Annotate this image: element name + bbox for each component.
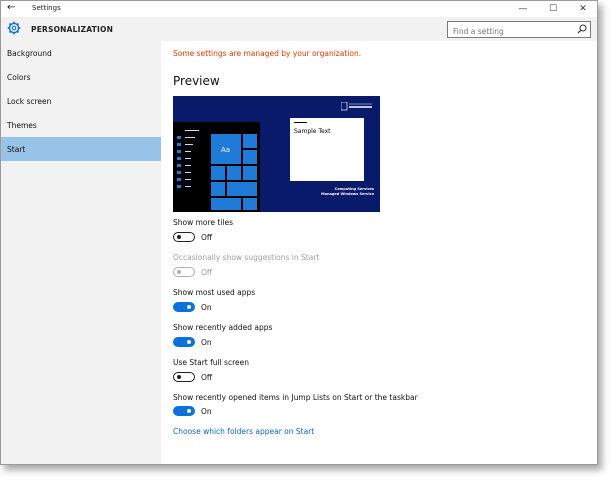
preview-tile: [211, 182, 225, 196]
preview-app-icon: [177, 164, 181, 167]
preview-org-line2: Managed Windows Service: [321, 192, 374, 196]
toggle-state: Off: [201, 233, 213, 242]
preview-line: [185, 144, 193, 145]
toggle-knob: [177, 235, 181, 239]
preview-tile: [211, 166, 225, 180]
preview-heading: Preview: [173, 74, 220, 88]
sidebar-item-background[interactable]: Background: [1, 41, 161, 65]
main-content: Some settings are managed by your organi…: [161, 41, 597, 464]
preview-tile: [243, 166, 257, 180]
toggle-most-used-apps[interactable]: [173, 302, 195, 312]
maximize-button[interactable]: ☐: [541, 1, 565, 17]
setting-label-show-more-tiles: Show more tiles: [173, 218, 234, 227]
preview-window: Sample Text: [290, 118, 364, 181]
preview-app-icon: [177, 178, 181, 181]
sidebar-item-label: Start: [7, 145, 26, 154]
toggle-state: On: [201, 338, 212, 347]
toggle-knob: [177, 270, 181, 274]
preview-tile-wide: [211, 198, 241, 210]
sidebar-item-colors[interactable]: Colors: [1, 65, 161, 89]
preview-tile-wide: [227, 182, 257, 196]
sidebar-item-label: Themes: [7, 121, 37, 130]
preview-tile: [227, 166, 241, 180]
toggle-jump-lists[interactable]: [173, 406, 195, 416]
app-header: PERSONALIZATION: [1, 17, 597, 41]
preview-org-line1: Computing Services: [334, 187, 374, 191]
toggle-state: Off: [201, 373, 213, 382]
preview-app-icon: [177, 143, 181, 146]
search-input[interactable]: [447, 21, 591, 38]
preview-line: [185, 172, 191, 173]
preview-tile: [243, 150, 257, 164]
sidebar-item-label: Background: [7, 49, 52, 58]
preview-sample-text: Sample Text: [294, 128, 331, 135]
university-logo-icon: [341, 102, 372, 111]
toggle-show-more-tiles[interactable]: [173, 232, 195, 242]
preview-start-menu: Aa: [173, 122, 260, 212]
setting-label-suggestions: Occasionally show suggestions in Start: [173, 253, 320, 262]
preview-line: [185, 186, 191, 187]
preview-line: [185, 130, 199, 131]
toggle-state: Off: [201, 268, 213, 277]
preview-app-icon: [177, 136, 181, 139]
preview-line: [185, 158, 191, 159]
preview-tile-text: Aa: [221, 146, 231, 154]
sidebar-item-label: Colors: [7, 73, 31, 82]
toggle-knob: [187, 409, 191, 413]
toggle-full-screen[interactable]: [173, 372, 195, 382]
toggle-recently-added-apps[interactable]: [173, 337, 195, 347]
preview-app-icon: [177, 150, 181, 153]
sidebar: Background Colors Lock screen Themes Sta…: [1, 41, 161, 464]
setting-label-recently-added-apps: Show recently added apps: [173, 323, 273, 332]
setting-label-full-screen: Use Start full screen: [173, 358, 249, 367]
preview-line: [185, 179, 191, 180]
preview-tile: [243, 134, 257, 148]
toggle-knob: [187, 340, 191, 344]
preview-window-bar: [294, 122, 307, 123]
setting-label-jump-lists: Show recently opened items in Jump Lists…: [173, 393, 418, 402]
sidebar-item-lock-screen[interactable]: Lock screen: [1, 89, 161, 113]
toggle-knob: [187, 305, 191, 309]
preview-app-icon: [177, 185, 181, 188]
setting-label-most-used-apps: Show most used apps: [173, 288, 256, 297]
search-icon[interactable]: [577, 24, 587, 34]
sidebar-item-label: Lock screen: [7, 97, 52, 106]
window-title: Settings: [32, 4, 61, 12]
page-title: PERSONALIZATION: [31, 25, 114, 34]
preview-line: [185, 151, 191, 152]
start-preview: Aa Sample Text Computing Services Manage…: [173, 96, 380, 212]
choose-folders-link[interactable]: Choose which folders appear on Start: [173, 427, 314, 436]
settings-window: ← Settings — ☐ ✕ PERSONALIZATION Backgro…: [0, 0, 598, 465]
gear-icon: [7, 21, 21, 35]
toggle-state: On: [201, 303, 212, 312]
preview-app-icon: [177, 157, 181, 160]
minimize-button[interactable]: —: [511, 1, 535, 17]
close-button[interactable]: ✕: [571, 1, 595, 17]
preview-line: [185, 137, 195, 138]
preview-line: [185, 165, 191, 166]
title-bar: ← Settings — ☐ ✕: [1, 1, 597, 17]
toggle-suggestions: [173, 267, 195, 277]
sidebar-item-start[interactable]: Start: [1, 137, 161, 161]
sidebar-item-themes[interactable]: Themes: [1, 113, 161, 137]
preview-app-icon: [177, 171, 181, 174]
org-managed-notice: Some settings are managed by your organi…: [173, 49, 362, 58]
preview-tile-large: Aa: [211, 134, 241, 164]
preview-tile: [243, 198, 257, 210]
toggle-state: On: [201, 407, 212, 416]
toggle-knob: [177, 375, 181, 379]
back-arrow-icon[interactable]: ←: [7, 2, 15, 13]
